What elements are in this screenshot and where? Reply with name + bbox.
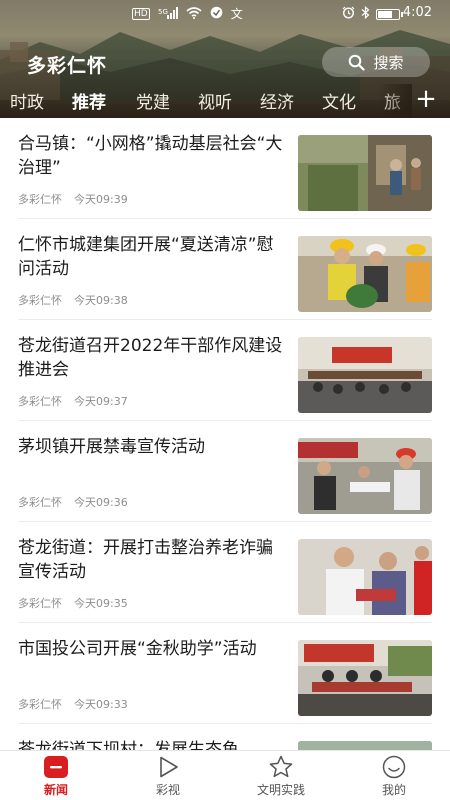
news-title: 苍龙街道：开展打击整治养老诈骗宣传活动 — [18, 538, 273, 582]
nav-civilization-practice[interactable]: 文明实践 — [241, 755, 321, 798]
news-item[interactable]: 合马镇：“小网格”撬动基层社会“大治理” 多彩仁怀 今天09:39 — [0, 118, 450, 219]
status-left-icons: HD 5G 文 — [132, 6, 243, 22]
tab-wenhua[interactable]: 文化 — [322, 88, 356, 113]
news-list: 合马镇：“小网格”撬动基层社会“大治理” 多彩仁怀 今天09:39 仁怀市城建集… — [0, 118, 450, 750]
search-button[interactable]: 搜索 — [322, 47, 430, 77]
news-item[interactable]: 苍龙街道下坝村：发展生态鱼 — [0, 724, 450, 750]
status-right-icons — [342, 5, 403, 22]
news-item[interactable]: 茅坝镇开展禁毒宣传活动 多彩仁怀 今天09:36 — [0, 421, 450, 522]
bottom-nav: 新闻 彩视 文明实践 我的 — [0, 750, 450, 800]
alarm-icon — [342, 6, 355, 22]
news-title: 合马镇：“小网格”撬动基层社会“大治理” — [18, 134, 283, 178]
bluetooth-icon — [361, 5, 370, 22]
nav-label: 新闻 — [43, 783, 68, 797]
tab-shizheng[interactable]: 时政 — [10, 88, 44, 113]
search-icon — [349, 54, 366, 71]
wifi-icon — [186, 6, 202, 22]
news-title: 茅坝镇开展禁毒宣传活动 — [18, 437, 205, 457]
header: HD 5G 文 4:02 多彩仁怀 搜索 时政 推荐 党建 视听 经济 文化 + — [0, 0, 450, 118]
nav-news[interactable]: 新闻 — [16, 755, 96, 798]
news-title: 苍龙街道召开2022年干部作风建设推进会 — [18, 336, 283, 380]
news-time: 今天09:35 — [74, 597, 128, 610]
news-source: 多彩仁怀 — [18, 294, 62, 307]
news-thumbnail — [298, 539, 432, 615]
news-thumbnail — [298, 438, 432, 514]
news-source: 多彩仁怀 — [18, 496, 62, 509]
news-icon — [44, 756, 68, 778]
news-item[interactable]: 市国投公司开展“金秋助学”活动 多彩仁怀 今天09:33 — [0, 623, 450, 724]
tabs-fade — [378, 84, 412, 118]
news-thumbnail — [298, 640, 432, 716]
news-source: 多彩仁怀 — [18, 698, 62, 711]
app-title: 多彩仁怀 — [27, 55, 108, 77]
play-icon — [160, 756, 178, 778]
add-tab-button[interactable]: + — [412, 84, 440, 116]
hd-icon: HD — [132, 8, 150, 20]
news-title: 市国投公司开展“金秋助学”活动 — [18, 639, 257, 659]
news-meta: 多彩仁怀 今天09:38 — [18, 292, 128, 308]
translate-icon: 文 — [230, 7, 243, 21]
news-time: 今天09:39 — [74, 193, 128, 206]
nav-label: 文明实践 — [256, 783, 305, 797]
news-title: 仁怀市城建集团开展“夏送清凉”慰问活动 — [18, 235, 274, 279]
signal-4g-icon: 5G — [158, 6, 178, 22]
news-thumbnail — [298, 236, 432, 312]
network-type-label: 5G — [158, 8, 168, 16]
battery-level-fill — [378, 10, 392, 18]
news-time: 今天09:37 — [74, 395, 128, 408]
news-meta: 多彩仁怀 今天09:36 — [18, 494, 128, 510]
news-meta: 多彩仁怀 今天09:37 — [18, 393, 128, 409]
news-time: 今天09:36 — [74, 496, 128, 509]
news-item[interactable]: 苍龙街道：开展打击整治养老诈骗宣传活动 多彩仁怀 今天09:35 — [0, 522, 450, 623]
tab-shiting[interactable]: 视听 — [198, 88, 232, 113]
news-time: 今天09:33 — [74, 698, 128, 711]
news-title: 苍龙街道下坝村：发展生态鱼 — [18, 740, 239, 750]
category-tabs: 时政 推荐 党建 视听 经济 文化 旅 + — [0, 84, 450, 118]
app-notification-icon — [210, 6, 223, 22]
status-time: 4:02 — [402, 5, 432, 20]
status-bar: HD 5G 文 4:02 — [0, 0, 450, 26]
nav-profile[interactable]: 我的 — [354, 755, 434, 798]
news-meta: 多彩仁怀 今天09:35 — [18, 595, 128, 611]
news-thumbnail — [298, 741, 432, 750]
battery-icon — [376, 8, 403, 20]
news-thumbnail — [298, 135, 432, 211]
news-meta: 多彩仁怀 今天09:39 — [18, 191, 128, 207]
news-source: 多彩仁怀 — [18, 597, 62, 610]
nav-label: 彩视 — [155, 783, 180, 797]
nav-video[interactable]: 彩视 — [128, 755, 208, 798]
news-thumbnail — [298, 337, 432, 413]
news-meta: 多彩仁怀 今天09:33 — [18, 696, 128, 712]
news-time: 今天09:38 — [74, 294, 128, 307]
news-source: 多彩仁怀 — [18, 395, 62, 408]
news-item[interactable]: 苍龙街道召开2022年干部作风建设推进会 多彩仁怀 今天09:37 — [0, 320, 450, 421]
smile-face-icon — [382, 755, 406, 779]
tab-tuijian[interactable]: 推荐 — [72, 88, 106, 113]
nav-label: 我的 — [381, 783, 406, 797]
tab-dangjian[interactable]: 党建 — [136, 88, 170, 113]
search-label: 搜索 — [373, 53, 404, 72]
star-icon — [269, 755, 293, 778]
news-source: 多彩仁怀 — [18, 193, 62, 206]
news-item[interactable]: 仁怀市城建集团开展“夏送清凉”慰问活动 多彩仁怀 今天09:38 — [0, 219, 450, 320]
tab-jingji[interactable]: 经济 — [260, 88, 294, 113]
